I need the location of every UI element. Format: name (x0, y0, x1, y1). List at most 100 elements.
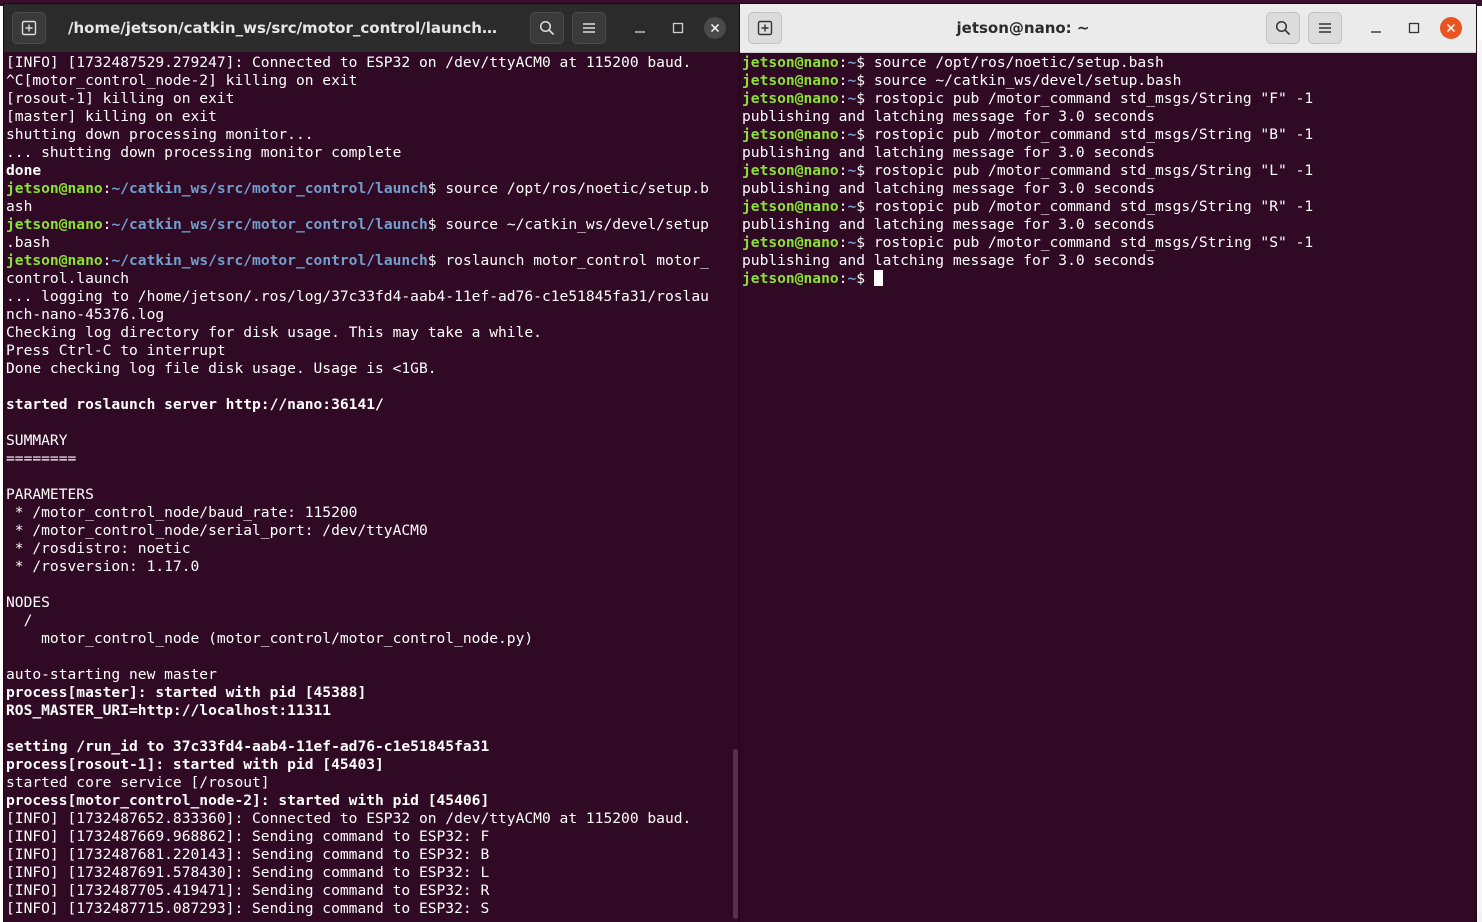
prompt-user: jetson@nano (742, 270, 839, 287)
minimize-icon (1371, 31, 1381, 33)
window-title: jetson@nano: ~ (956, 19, 1090, 37)
command-text: rostopic pub /motor_command std_msgs/Str… (865, 162, 1314, 179)
output-line: setting /run_id to 37c33fd4-aab4-11ef-ad… (6, 738, 490, 755)
output-line: PARAMETERS (6, 486, 94, 503)
prompt-path: ~ (847, 90, 857, 107)
prompt-user: jetson@nano (742, 234, 839, 251)
output-line: [INFO] [1732487681.220143]: Sending comm… (6, 846, 490, 863)
prompt-symbol: $ (856, 234, 866, 251)
prompt-path: ~ (847, 270, 857, 287)
titlebar[interactable]: /home/jetson/catkin_ws/src/motor_control… (4, 4, 740, 52)
command-text: source /opt/ros/noetic/setup.bash (865, 54, 1164, 71)
menu-button[interactable] (572, 12, 606, 44)
prompt-line: jetson@nano:~$ rostopic pub /motor_comma… (742, 162, 1472, 180)
prompt-symbol: $ (856, 54, 866, 71)
output-line: auto-starting new master (6, 666, 217, 683)
command-text: rostopic pub /motor_command std_msgs/Str… (865, 198, 1314, 215)
hamburger-menu-icon (583, 23, 595, 33)
terminal-window-launch[interactable]: /home/jetson/catkin_ws/src/motor_control… (4, 4, 740, 922)
output-line: [INFO] [1732487652.833360]: Connected to… (6, 810, 692, 827)
prompt-line: jetson@nano:~$ source /opt/ros/noetic/se… (742, 54, 1472, 72)
prompt-user: jetson@nano (742, 90, 839, 107)
prompt-symbol: $ (427, 252, 437, 269)
output-line: ... logging to /home/jetson/.ros/log/37c… (6, 288, 709, 305)
close-icon (710, 23, 720, 33)
new-tab-button[interactable] (748, 12, 782, 44)
prompt-user: jetson@nano (742, 126, 839, 143)
prompt-line: jetson@nano:~/catkin_ws/src/motor_contro… (6, 180, 736, 198)
close-icon (1446, 23, 1456, 33)
maximize-button[interactable] (666, 16, 690, 40)
command-text: rostopic pub /motor_command std_msgs/Str… (865, 234, 1314, 251)
terminal-window-home[interactable]: jetson@nano: ~ jetson@nano:~$ source /op… (740, 4, 1476, 922)
close-button[interactable] (704, 17, 726, 39)
output-line: * /rosversion: 1.17.0 (6, 558, 200, 575)
prompt-symbol: $ (856, 90, 866, 107)
prompt-line: jetson@nano:~$ rostopic pub /motor_comma… (742, 90, 1472, 108)
output-line: ^C[motor_control_node-2] killing on exit (6, 72, 358, 89)
prompt-symbol: $ (427, 216, 437, 233)
minimize-button[interactable] (628, 16, 652, 40)
maximize-button[interactable] (1402, 16, 1426, 40)
terminal-output[interactable]: jetson@nano:~$ source /opt/ros/noetic/se… (742, 54, 1472, 922)
output-line: process[rosout-1]: started with pid [454… (6, 756, 384, 773)
output-line: Checking log directory for disk usage. T… (6, 324, 542, 341)
prompt-line: jetson@nano:~$ source ~/catkin_ws/devel/… (742, 72, 1472, 90)
maximize-icon (1408, 22, 1420, 34)
command-text: rostopic pub /motor_command std_msgs/Str… (865, 90, 1314, 107)
prompt-user: jetson@nano (6, 216, 103, 233)
prompt-symbol: $ (856, 270, 866, 287)
prompt-path: ~ (847, 126, 857, 143)
prompt-user: jetson@nano (742, 54, 839, 71)
titlebar[interactable]: jetson@nano: ~ (740, 4, 1476, 53)
prompt-symbol: $ (856, 126, 866, 143)
new-tab-button[interactable] (12, 12, 46, 44)
prompt-symbol: $ (856, 72, 866, 89)
output-line: control.launch (6, 270, 130, 287)
output-line: started core service [/rosout] (6, 774, 270, 791)
prompt-path: ~ (847, 54, 857, 71)
output-line: / (6, 612, 33, 629)
search-icon (539, 20, 555, 36)
terminal-output[interactable]: [INFO] [1732487529.279247]: Connected to… (6, 54, 736, 922)
prompt-symbol: $ (856, 162, 866, 179)
output-line: done (6, 162, 42, 179)
search-button[interactable] (1266, 12, 1300, 44)
prompt-user: jetson@nano (742, 72, 839, 89)
search-button[interactable] (530, 12, 564, 44)
new-tab-icon (757, 20, 773, 36)
output-line: * /rosdistro: noetic (6, 540, 191, 557)
prompt-line: jetson@nano:~$ rostopic pub /motor_comma… (742, 234, 1472, 252)
output-line: ash (6, 198, 33, 215)
output-line: NODES (6, 594, 50, 611)
output-line: publishing and latching message for 3.0 … (742, 216, 1155, 233)
prompt-path: ~/catkin_ws/src/motor_control/launch (111, 216, 428, 233)
output-line: publishing and latching message for 3.0 … (742, 180, 1155, 197)
prompt-line: jetson@nano:~$ rostopic pub /motor_comma… (742, 198, 1472, 216)
prompt-path: ~/catkin_ws/src/motor_control/launch (111, 252, 428, 269)
command-text: roslaunch motor_control motor_ (436, 252, 709, 269)
prompt-path: ~/catkin_ws/src/motor_control/launch (111, 180, 428, 197)
scrollbar[interactable] (733, 749, 738, 919)
menu-button[interactable] (1308, 12, 1342, 44)
prompt-user: jetson@nano (6, 252, 103, 269)
prompt-path: ~ (847, 72, 857, 89)
hamburger-menu-icon (1319, 23, 1331, 33)
prompt-path: ~ (847, 198, 857, 215)
output-line: process[motor_control_node-2]: started w… (6, 792, 490, 809)
command-text: source ~/catkin_ws/devel/setup.bash (865, 72, 1182, 89)
command-text: source ~/catkin_ws/devel/setup (436, 216, 709, 233)
output-line: [INFO] [1732487669.968862]: Sending comm… (6, 828, 490, 845)
prompt-user: jetson@nano (6, 180, 103, 197)
new-tab-icon (21, 20, 37, 36)
close-button[interactable] (1440, 17, 1462, 39)
prompt-line: jetson@nano:~/catkin_ws/src/motor_contro… (6, 216, 736, 234)
minimize-button[interactable] (1364, 16, 1388, 40)
output-line: ROS_MASTER_URI=http://localhost:11311 (6, 702, 332, 719)
prompt-line: jetson@nano:~$ (742, 270, 1472, 288)
output-line: ... shutting down processing monitor com… (6, 144, 402, 161)
prompt-path: ~ (847, 162, 857, 179)
